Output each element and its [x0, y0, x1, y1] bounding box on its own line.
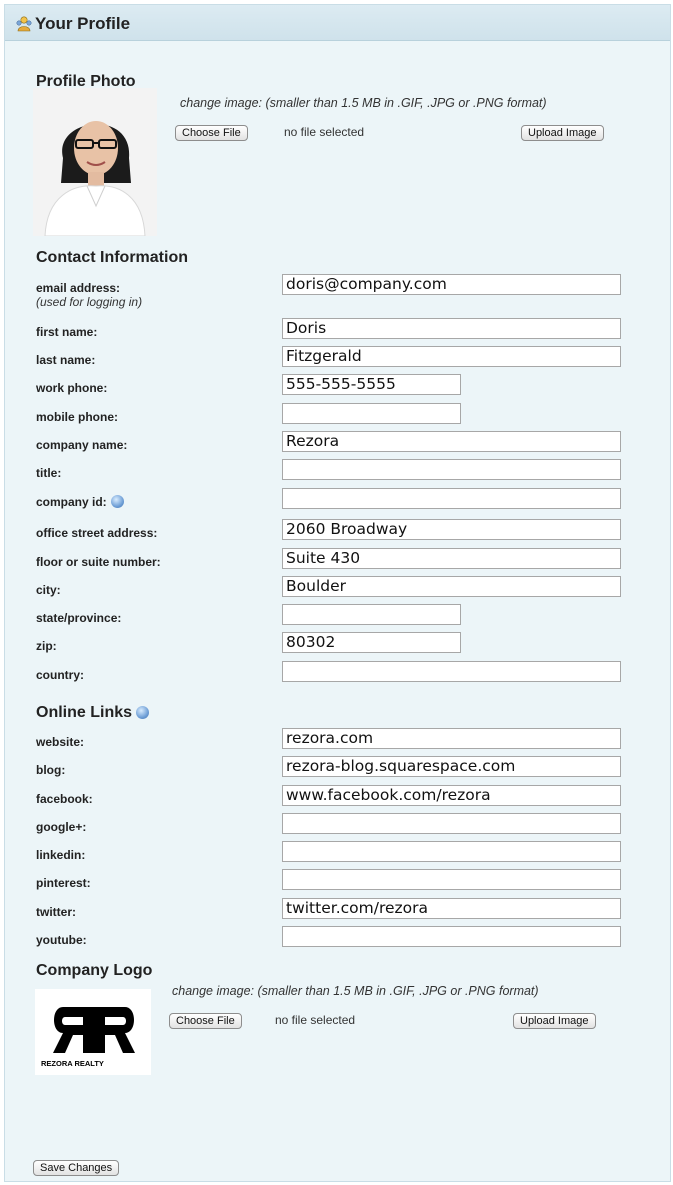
first-name-label: first name: [36, 325, 98, 339]
state-label: state/province: [36, 611, 122, 625]
youtube-label: youtube: [36, 933, 87, 947]
googleplus-field[interactable] [282, 813, 621, 834]
profile-photo-image [33, 88, 157, 236]
pinterest-field[interactable] [282, 869, 621, 890]
zip-label: zip: [36, 639, 57, 653]
work-phone-row: work phone: 555-555-5555 [5, 374, 670, 402]
online-links-title-wrap: Online Links [36, 704, 150, 722]
profile-panel: Your Profile Profile Photo change image:… [4, 4, 671, 1182]
street-field[interactable]: 2060 Broadway [282, 519, 621, 540]
country-row: country: [5, 661, 670, 689]
pinterest-row: pinterest: [5, 869, 670, 897]
pinterest-label: pinterest: [36, 876, 91, 890]
company-logo-choose-file-button[interactable]: Choose File [169, 1013, 242, 1029]
company-name-field[interactable]: Rezora [282, 431, 621, 452]
company-name-row: company name: Rezora [5, 431, 670, 459]
title-field[interactable] [282, 459, 621, 480]
company-id-label-wrap: company id: [36, 495, 124, 509]
suite-row: floor or suite number: Suite 430 [5, 548, 670, 576]
company-id-field[interactable] [282, 488, 621, 509]
linkedin-field[interactable] [282, 841, 621, 862]
last-name-label: last name: [36, 353, 96, 367]
website-label: website: [36, 735, 85, 749]
user-group-icon [16, 16, 32, 32]
city-field[interactable]: Boulder [282, 576, 621, 597]
blog-field[interactable]: rezora-blog.squarespace.com [282, 756, 621, 777]
twitter-label: twitter: [36, 905, 76, 919]
work-phone-field[interactable]: 555-555-5555 [282, 374, 461, 395]
company-id-label: company id: [36, 495, 107, 509]
street-row: office street address: 2060 Broadway [5, 519, 670, 547]
mobile-phone-field[interactable] [282, 403, 461, 424]
twitter-field[interactable]: twitter.com/rezora [282, 898, 621, 919]
online-links-title: Online Links [36, 704, 133, 721]
logo-text: REZORA REALTY [41, 1059, 104, 1068]
mobile-phone-row: mobile phone: [5, 403, 670, 431]
facebook-row: facebook: www.facebook.com/rezora [5, 785, 670, 813]
youtube-field[interactable] [282, 926, 621, 947]
help-icon[interactable] [136, 706, 150, 719]
company-logo-note: change image: (smaller than 1.5 MB in .G… [172, 984, 539, 998]
country-field[interactable] [282, 661, 621, 682]
first-name-field[interactable]: Doris [282, 318, 621, 339]
work-phone-label: work phone: [36, 381, 108, 395]
googleplus-label: google+: [36, 820, 87, 834]
last-name-field[interactable]: Fitzgerald [282, 346, 621, 367]
company-logo-title: Company Logo [36, 962, 153, 979]
email-sublabel: (used for logging in) [36, 295, 143, 309]
blog-row: blog: rezora-blog.squarespace.com [5, 756, 670, 784]
profile-photo-note: change image: (smaller than 1.5 MB in .G… [180, 96, 547, 110]
profile-photo-graphic [33, 88, 157, 236]
state-row: state/province: [5, 604, 670, 632]
facebook-label: facebook: [36, 792, 93, 806]
googleplus-row: google+: [5, 813, 670, 841]
youtube-row: youtube: [5, 926, 670, 954]
mobile-phone-label: mobile phone: [36, 410, 118, 424]
last-name-row: last name: Fitzgerald [5, 346, 670, 374]
email-row: email address: (used for logging in) dor… [5, 274, 670, 309]
blog-label: blog: [36, 763, 66, 777]
panel-header: Your Profile [5, 5, 670, 41]
title-label: title: [36, 466, 62, 480]
profile-photo-choose-file-button[interactable]: Choose File [175, 125, 248, 141]
company-name-label: company name: [36, 438, 128, 452]
state-field[interactable] [282, 604, 461, 625]
first-name-row: first name: Doris [5, 318, 670, 346]
linkedin-row: linkedin: [5, 841, 670, 869]
company-id-row: company id: [5, 488, 670, 516]
profile-photo-file-status: no file selected [284, 125, 365, 139]
email-field[interactable]: doris@company.com [282, 274, 621, 295]
page-title: Your Profile [35, 14, 131, 33]
city-label: city: [36, 583, 61, 597]
linkedin-label: linkedin: [36, 848, 86, 862]
profile-photo-upload-button[interactable]: Upload Image [521, 125, 604, 141]
title-row: title: [5, 459, 670, 487]
email-label: email address: [36, 281, 121, 295]
save-changes-button[interactable]: Save Changes [33, 1160, 120, 1176]
suite-field[interactable]: Suite 430 [282, 548, 621, 569]
country-label: country: [36, 668, 84, 682]
company-logo-file-status: no file selected [275, 1013, 356, 1027]
website-field[interactable]: rezora.com [282, 728, 621, 749]
contact-info-title: Contact Information [36, 249, 188, 266]
company-logo-image: REZORA REALTY [35, 989, 151, 1075]
company-logo-upload-button[interactable]: Upload Image [513, 1013, 596, 1029]
facebook-field[interactable]: www.facebook.com/rezora [282, 785, 621, 806]
city-row: city: Boulder [5, 576, 670, 604]
street-label: office street address: [36, 526, 158, 540]
twitter-row: twitter: twitter.com/rezora [5, 898, 670, 926]
website-row: website: rezora.com [5, 728, 670, 756]
zip-row: zip: 80302 [5, 632, 670, 660]
help-icon[interactable] [110, 495, 124, 508]
zip-field[interactable]: 80302 [282, 632, 461, 653]
suite-label: floor or suite number: [36, 555, 161, 569]
